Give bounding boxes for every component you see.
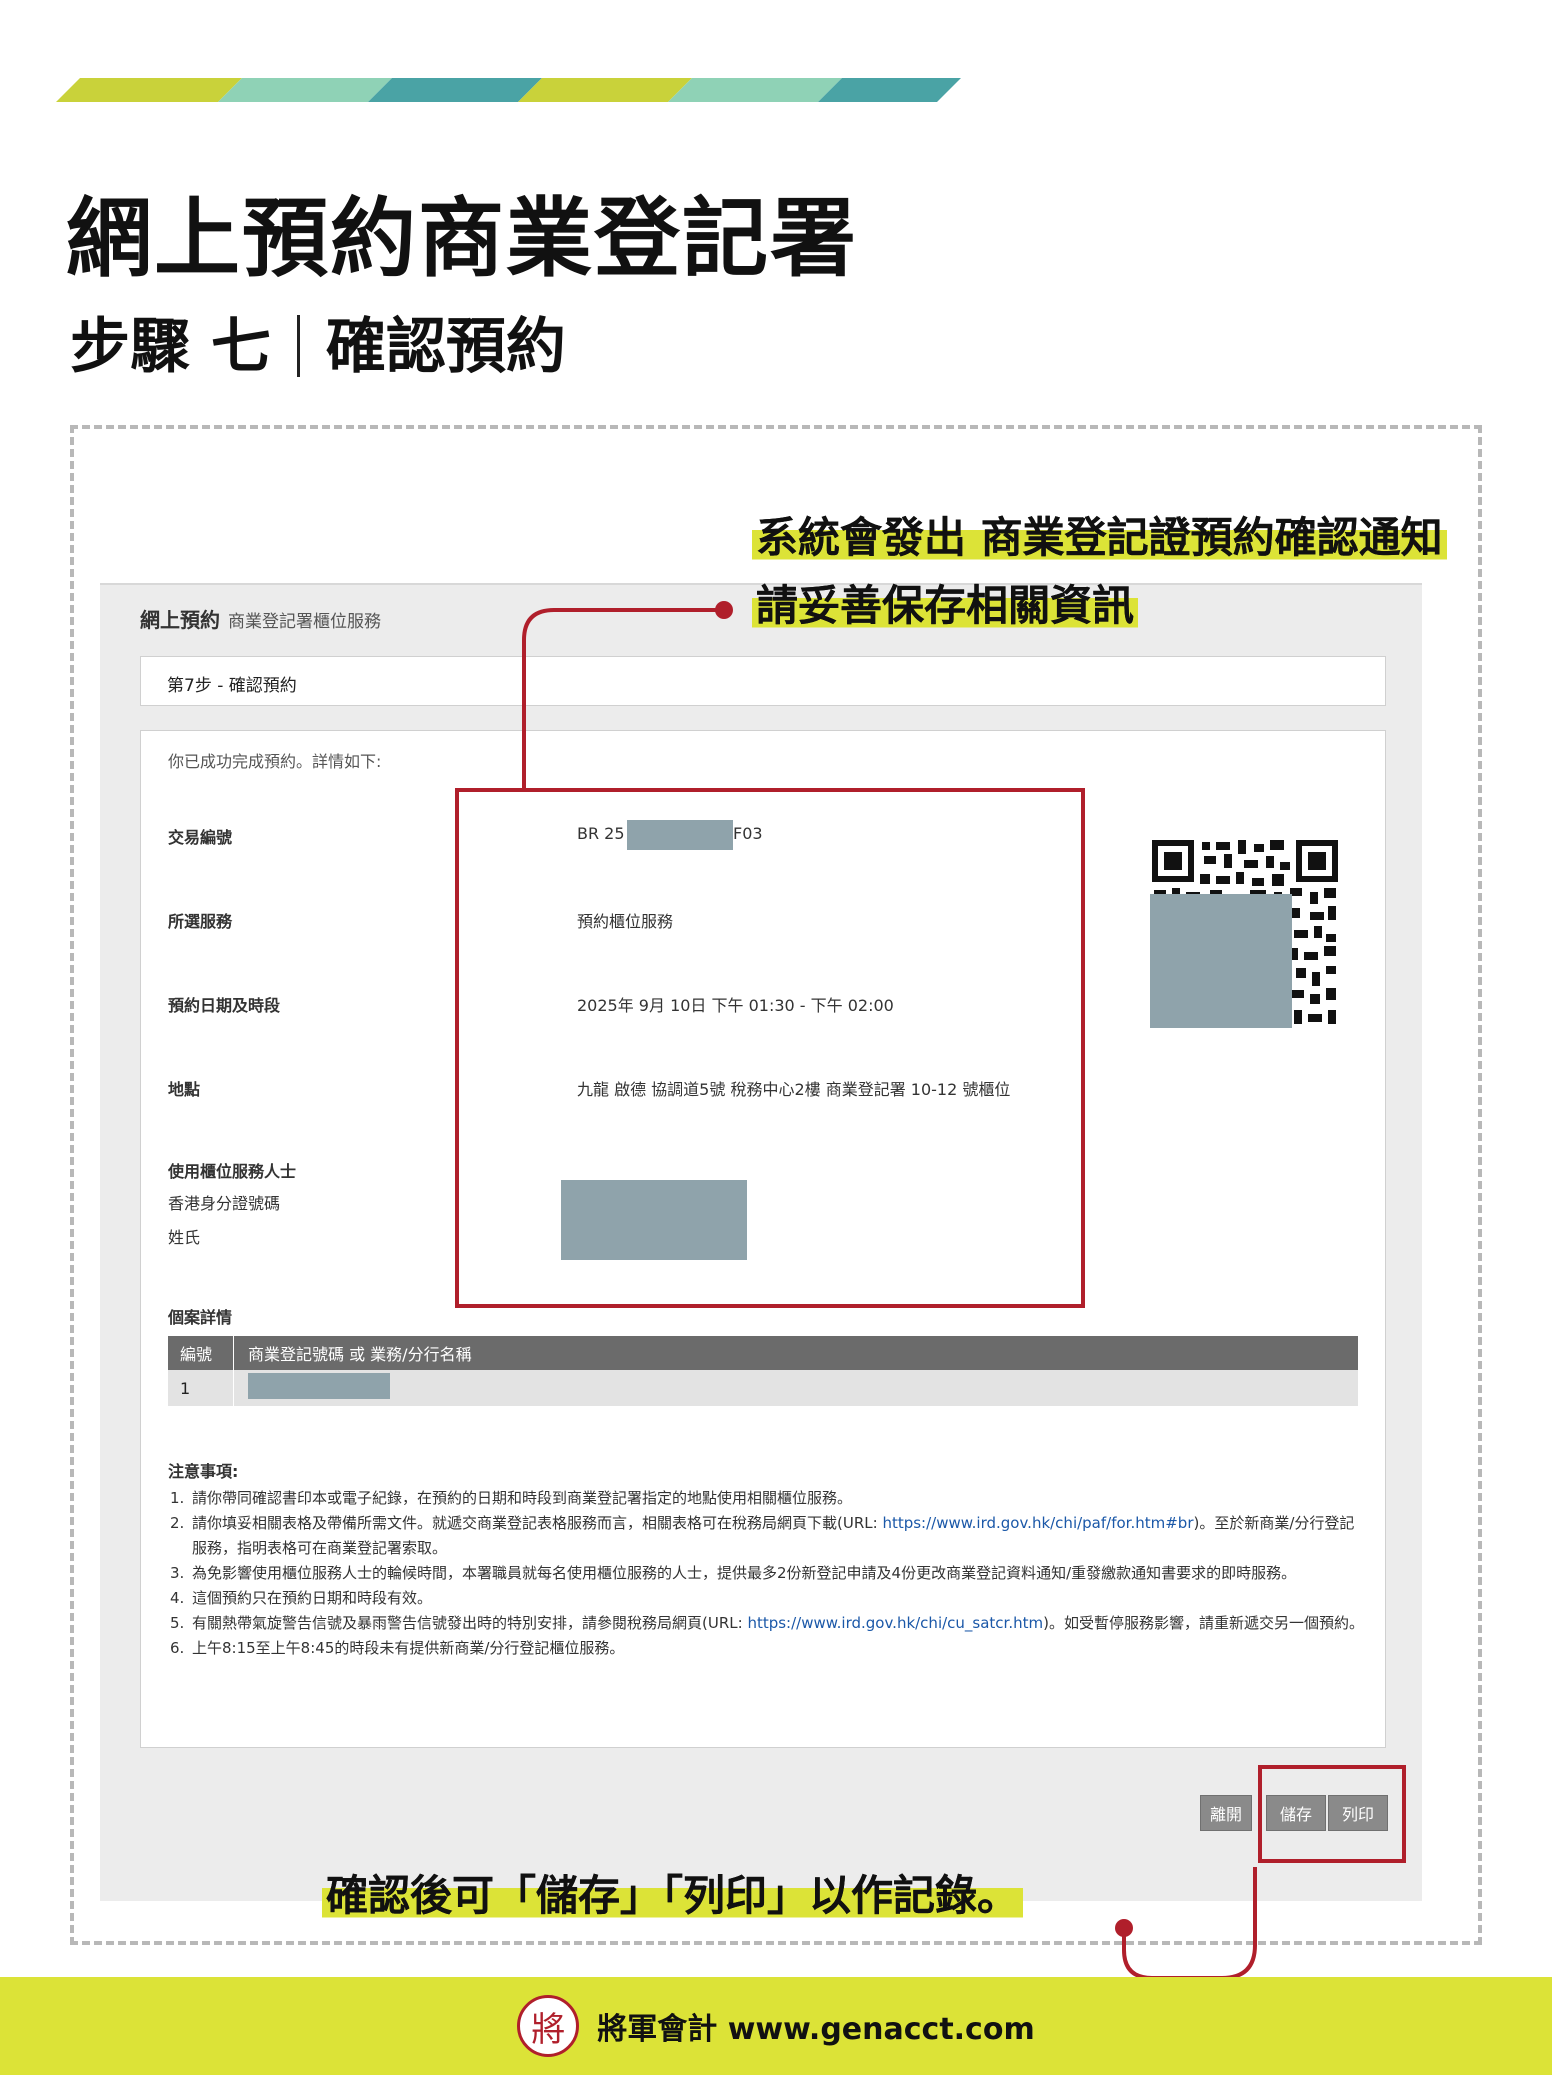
hkid-label: 香港身分證號碼 [168, 1194, 281, 1213]
list-item: 6. 上午8:15至上午8:45的時段未有提供新商業/分行登記櫃位服務。 [170, 1636, 1365, 1661]
case-details-title: 個案詳情 [168, 1308, 233, 1327]
notes-list: 1. 請你帶同確認書印本或電子紀錄，在預約的日期和時段到商業登記署指定的地點使用相… [170, 1486, 1365, 1661]
service-title: 網上預約 [140, 608, 220, 632]
step-label: 第7步 - 確認預約 [167, 676, 297, 696]
list-item: 2. 請你填妥相關表格及帶備所需文件。就遞交商業登記表格服務而言，相關表格可在稅務… [170, 1511, 1365, 1561]
person-label: 使用櫃位服務人士 [168, 1162, 297, 1181]
callout-top-line2-text: 請妥善保存相關資訊 [752, 581, 1139, 630]
step-heading: 步驟 七確認預約 [70, 298, 566, 385]
note-text-part: 有關熱帶氣旋警告信號及暴雨警告信號發出時的特別安排，請參閱稅務局網頁(URL: [192, 1614, 748, 1632]
service-subtitle: 商業登記署櫃位服務 [228, 612, 381, 632]
date-label: 預約日期及時段 [168, 996, 281, 1015]
divider [296, 315, 300, 377]
callout-bottom-text: 確認後可「儲存」「列印」以作記錄。 [322, 1871, 1024, 1920]
note-number: 2. [170, 1514, 185, 1532]
note-text-part: )。如受暫停服務影響，請重新遞交另一個預約。 [1043, 1614, 1364, 1632]
buttons-highlight-frame [1258, 1765, 1406, 1863]
txn-label: 交易編號 [168, 828, 233, 847]
case-table-header: 編號 商業登記號碼 或 業務/分行名稱 [168, 1336, 1358, 1370]
page-title: 網上預約商業登記署 [66, 188, 858, 289]
list-item: 4. 這個預約只在預約日期和時段有效。 [170, 1586, 1365, 1611]
row-name-redaction [248, 1373, 390, 1399]
list-item: 3. 為免影響使用櫃位服務人士的輪候時間，本署職員就每名使用櫃位服務的人士，提供最… [170, 1561, 1365, 1586]
note-text: 為免影響使用櫃位服務人士的輪候時間，本署職員就每名使用櫃位服務的人士，提供最多2… [192, 1564, 1297, 1582]
note-number: 4. [170, 1589, 185, 1607]
case-table: 編號 商業登記號碼 或 業務/分行名稱 1 [168, 1336, 1358, 1406]
qr-code [1150, 838, 1340, 1028]
details-highlight-frame [455, 788, 1085, 1308]
location-label: 地點 [168, 1080, 201, 1099]
table-row: 1 [168, 1370, 1358, 1406]
callout-bottom: 確認後可「儲存」「列印」以作記錄。 [322, 1862, 1024, 1923]
note-text: 有關熱帶氣旋警告信號及暴雨警告信號發出時的特別安排，請參閱稅務局網頁(URL: … [192, 1611, 1364, 1636]
footer-brand[interactable]: 將軍會計 www.genacct.com [597, 2004, 1034, 2048]
note-text: 請你填妥相關表格及帶備所需文件。就遞交商業登記表格服務而言，相關表格可在稅務局網… [192, 1511, 1365, 1561]
brand-seal-icon: 將 [517, 1995, 580, 2057]
note-text-part: 請你填妥相關表格及帶備所需文件。就遞交商業登記表格服務而言，相關表格可在稅務局網… [192, 1514, 883, 1532]
note-number: 3. [170, 1564, 185, 1582]
note-number: 1. [170, 1489, 185, 1507]
notes-title: 注意事項: [168, 1462, 239, 1481]
name-label: 姓氏 [168, 1228, 201, 1247]
leave-button[interactable]: 離開 [1200, 1795, 1252, 1831]
forms-link[interactable]: https://www.ird.gov.hk/chi/paf/for.htm#b… [882, 1514, 1193, 1532]
intro-text: 你已成功完成預約。詳情如下: [168, 752, 382, 771]
weather-link[interactable]: https://www.ird.gov.hk/chi/cu_satcr.htm [747, 1614, 1043, 1632]
list-item: 5. 有關熱帶氣旋警告信號及暴雨警告信號發出時的特別安排，請參閱稅務局網頁(URL… [170, 1611, 1365, 1636]
note-text: 這個預約只在預約日期和時段有效。 [192, 1589, 433, 1607]
row-number: 1 [168, 1370, 234, 1406]
callout-top-line1-text: 系統會發出 商業登記證預約確認通知 [752, 513, 1447, 562]
service-header: 網上預約 商業登記署櫃位服務 [140, 604, 381, 633]
callout-top-line1: 系統會發出 商業登記證預約確認通知 [752, 504, 1447, 565]
footer-bar: 將 將軍會計 www.genacct.com [0, 1977, 1552, 2075]
note-text: 上午8:15至上午8:45的時段未有提供新商業/分行登記櫃位服務。 [192, 1639, 625, 1657]
step-label-box: 第7步 - 確認預約 [140, 656, 1386, 706]
step-name: 確認預約 [325, 312, 566, 382]
note-number: 6. [170, 1639, 185, 1657]
note-number: 5. [170, 1614, 185, 1632]
col-name-header: 商業登記號碼 或 業務/分行名稱 [248, 1345, 472, 1364]
callout-top-line2: 請妥善保存相關資訊 [752, 572, 1139, 633]
row-name-cell [234, 1373, 390, 1403]
col-no-header: 編號 [168, 1336, 234, 1370]
decorative-stripe [56, 78, 961, 102]
service-label: 所選服務 [168, 912, 233, 931]
list-item: 1. 請你帶同確認書印本或電子紀錄，在預約的日期和時段到商業登記署指定的地點使用相… [170, 1486, 1365, 1511]
note-text: 請你帶同確認書印本或電子紀錄，在預約的日期和時段到商業登記署指定的地點使用相關櫃… [192, 1489, 853, 1507]
step-number: 步驟 七 [70, 312, 271, 382]
